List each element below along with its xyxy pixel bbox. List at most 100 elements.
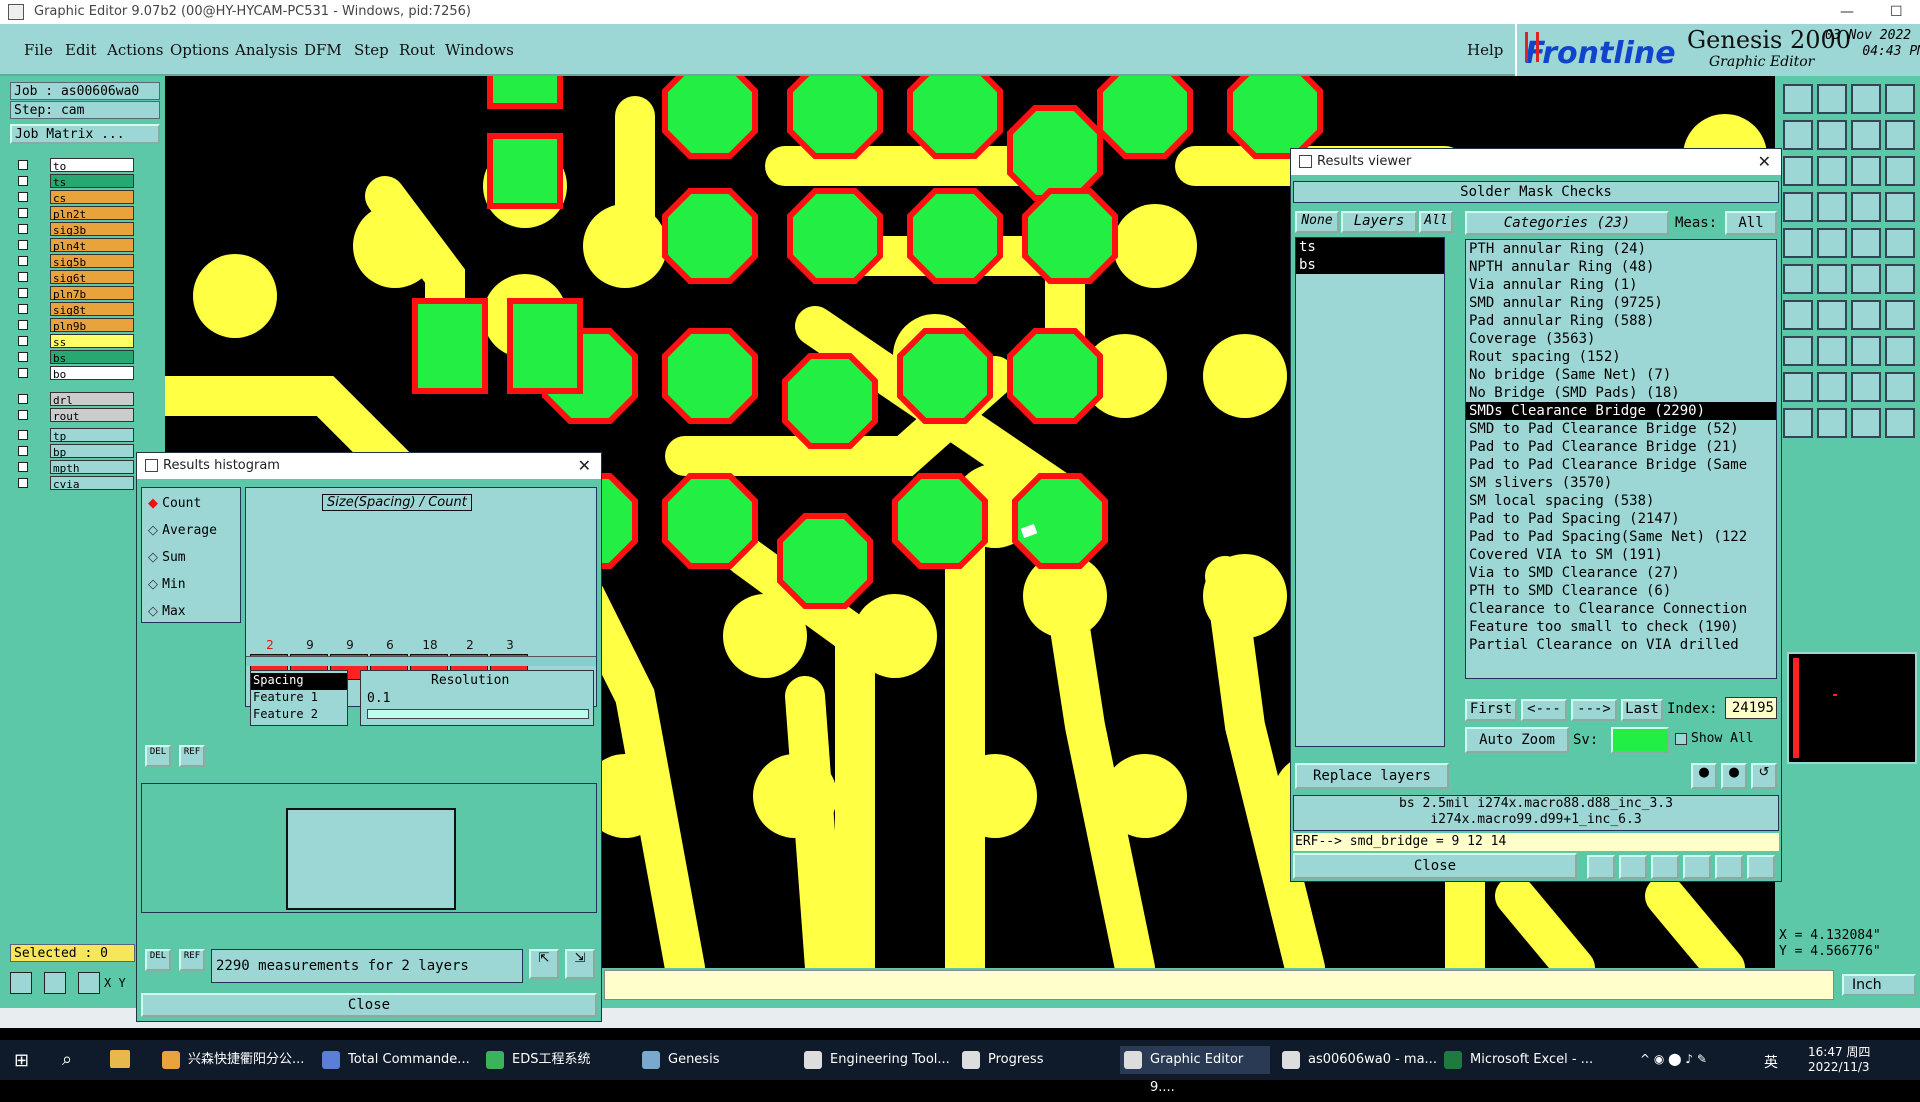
layer-row[interactable]: sig6t bbox=[14, 270, 134, 285]
file-explorer-icon[interactable] bbox=[110, 1050, 130, 1068]
category-item[interactable]: Pad to Pad Spacing (2147) bbox=[1466, 510, 1776, 528]
tool-icon[interactable] bbox=[1885, 336, 1915, 366]
units-select[interactable]: Inch bbox=[1842, 974, 1916, 996]
layer-row[interactable]: rout bbox=[14, 408, 134, 423]
tool-icon[interactable] bbox=[1783, 120, 1813, 150]
category-item[interactable]: SM slivers (3570) bbox=[1466, 474, 1776, 492]
layer-row[interactable]: pln9b bbox=[14, 318, 134, 333]
menu-options[interactable]: Options bbox=[170, 41, 229, 59]
layer-row[interactable]: drl bbox=[14, 392, 134, 407]
close-icon[interactable]: ✕ bbox=[1758, 149, 1771, 175]
layer-row[interactable]: sig5b bbox=[14, 254, 134, 269]
ref-button[interactable]: REF bbox=[179, 745, 205, 767]
layer-checkbox[interactable] bbox=[18, 478, 28, 488]
layer-checkbox[interactable] bbox=[18, 430, 28, 440]
layer-checkbox[interactable] bbox=[18, 352, 28, 362]
tool-icon[interactable] bbox=[1783, 336, 1813, 366]
field-item[interactable]: Feature 1 bbox=[251, 690, 347, 707]
tool-icon[interactable] bbox=[1817, 120, 1847, 150]
grid-tool-icon[interactable] bbox=[78, 972, 100, 994]
list-item[interactable]: ts bbox=[1296, 238, 1444, 256]
tool-icon[interactable] bbox=[1817, 300, 1847, 330]
tool-icon[interactable] bbox=[1817, 192, 1847, 222]
layer-name[interactable]: pln9b bbox=[50, 318, 134, 333]
radio-icon[interactable]: ◆ bbox=[148, 496, 158, 511]
results-close-button[interactable]: Close bbox=[1293, 853, 1577, 879]
menu-step[interactable]: Step bbox=[354, 41, 389, 59]
layer-name[interactable]: cs bbox=[50, 190, 134, 205]
layer-row[interactable]: to bbox=[14, 158, 134, 173]
category-item[interactable]: SMD annular Ring (9725) bbox=[1466, 294, 1776, 312]
menu-help[interactable]: Help bbox=[1467, 41, 1503, 59]
tool-icon[interactable] bbox=[1885, 408, 1915, 438]
layer-checkbox[interactable] bbox=[18, 272, 28, 282]
layer-name[interactable]: to bbox=[50, 158, 134, 173]
chart-scrollbar[interactable] bbox=[246, 656, 596, 666]
job-matrix-button[interactable]: Job Matrix ... bbox=[10, 124, 160, 144]
category-item[interactable]: Coverage (3563) bbox=[1466, 330, 1776, 348]
taskbar-item[interactable]: Total Commande... bbox=[318, 1046, 470, 1074]
ref-button-bottom[interactable]: REF bbox=[179, 949, 205, 971]
search-icon[interactable]: ⌕ bbox=[62, 1049, 72, 1070]
layer-name[interactable]: cvia bbox=[50, 476, 134, 491]
layer-checkbox[interactable] bbox=[18, 208, 28, 218]
clear-icon[interactable] bbox=[1651, 855, 1679, 879]
next-button[interactable]: ---> bbox=[1571, 699, 1617, 721]
layer-row[interactable]: ts bbox=[14, 174, 134, 189]
category-item[interactable]: No Bridge (SMD Pads) (18) bbox=[1466, 384, 1776, 402]
tool-icon[interactable] bbox=[1851, 300, 1881, 330]
replace-layers-select[interactable]: Replace layers bbox=[1295, 763, 1449, 789]
tool-icon[interactable] bbox=[1783, 408, 1813, 438]
report-icon[interactable] bbox=[1715, 855, 1743, 879]
layer-name[interactable]: rout bbox=[50, 408, 134, 423]
tool-icon[interactable] bbox=[1817, 264, 1847, 294]
measure-tool-icon[interactable] bbox=[44, 972, 66, 994]
tool-icon[interactable] bbox=[1851, 84, 1881, 114]
category-item[interactable]: SMDs Clearance Bridge (2290) bbox=[1466, 402, 1776, 420]
layer-checkbox[interactable] bbox=[18, 320, 28, 330]
tool-icon[interactable] bbox=[1885, 228, 1915, 258]
tool-icon[interactable] bbox=[1851, 264, 1881, 294]
tool-icon[interactable] bbox=[1885, 264, 1915, 294]
layer-row[interactable]: cvia bbox=[14, 476, 134, 491]
layer-name[interactable]: sig6t bbox=[50, 270, 134, 285]
field-item[interactable]: Feature 2 bbox=[251, 707, 347, 724]
layer-checkbox[interactable] bbox=[18, 446, 28, 456]
category-item[interactable]: Partial Clearance on VIA drilled bbox=[1466, 636, 1776, 654]
tool-icon[interactable] bbox=[1851, 192, 1881, 222]
layer-row[interactable]: bp bbox=[14, 444, 134, 459]
del-icon[interactable]: ● bbox=[1691, 763, 1717, 789]
category-item[interactable]: Feature too small to check (190) bbox=[1466, 618, 1776, 636]
layer-row[interactable]: bs bbox=[14, 350, 134, 365]
layer-checkbox[interactable] bbox=[18, 160, 28, 170]
layer-row[interactable]: sig8t bbox=[14, 302, 134, 317]
taskbar-item[interactable]: Genesis bbox=[638, 1046, 719, 1074]
tool-icon[interactable] bbox=[1851, 120, 1881, 150]
tool-icon[interactable] bbox=[1817, 228, 1847, 258]
layer-checkbox[interactable] bbox=[18, 256, 28, 266]
radio-icon[interactable]: ◇ bbox=[148, 577, 158, 592]
layer-name[interactable]: bs bbox=[50, 350, 134, 365]
aggregate-option[interactable]: ◇ Min bbox=[148, 577, 186, 592]
layer-row[interactable]: ss bbox=[14, 334, 134, 349]
tool-icon[interactable] bbox=[1817, 408, 1847, 438]
field-item[interactable]: Spacing bbox=[251, 673, 347, 690]
minimize-icon[interactable]: — bbox=[1840, 0, 1854, 24]
radio-icon[interactable]: ◇ bbox=[148, 604, 158, 619]
category-item[interactable]: PTH annular Ring (24) bbox=[1466, 240, 1776, 258]
tool-icon[interactable] bbox=[1783, 300, 1813, 330]
first-button[interactable]: First bbox=[1465, 699, 1517, 721]
auto-zoom-select[interactable]: Auto Zoom bbox=[1465, 727, 1569, 753]
layer-checkbox[interactable] bbox=[18, 462, 28, 472]
index-input[interactable]: 24195 bbox=[1725, 697, 1777, 719]
ref-icon[interactable]: ● bbox=[1721, 763, 1747, 789]
sv-color-select[interactable] bbox=[1611, 727, 1669, 753]
radio-icon[interactable]: ◇ bbox=[148, 523, 158, 538]
tool-icon[interactable] bbox=[1783, 228, 1813, 258]
layer-name[interactable]: tp bbox=[50, 428, 134, 443]
none-button[interactable]: None bbox=[1295, 211, 1339, 233]
category-item[interactable]: Pad to Pad Clearance Bridge (21) bbox=[1466, 438, 1776, 456]
menu-edit[interactable]: Edit bbox=[65, 41, 96, 59]
taskbar-item[interactable]: 兴森快捷衢阳分公... bbox=[158, 1046, 304, 1074]
menu-actions[interactable]: Actions bbox=[107, 41, 163, 59]
